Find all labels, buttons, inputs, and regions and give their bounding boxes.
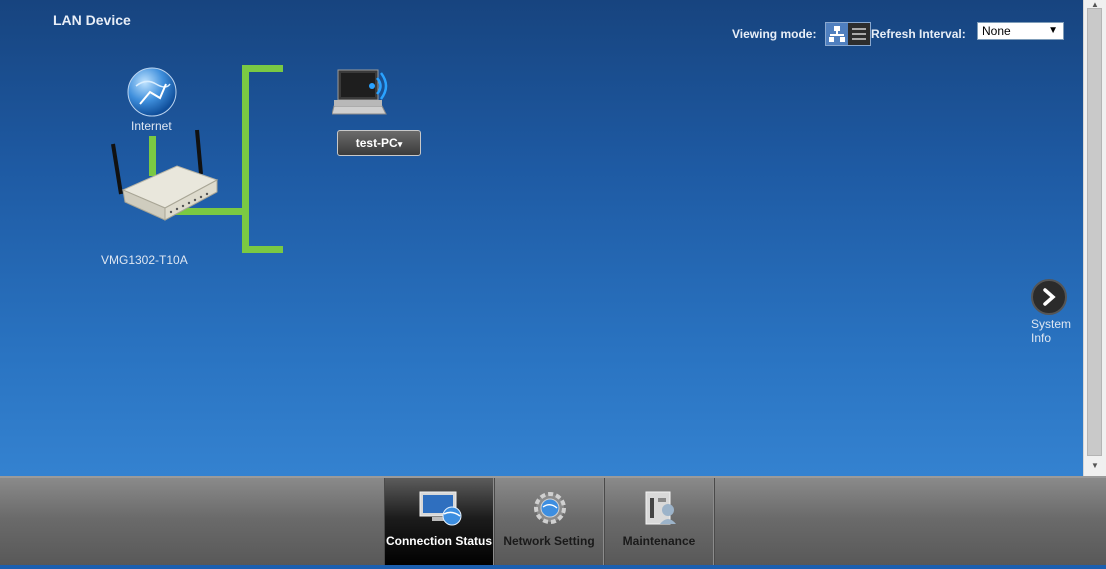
tab-connection-status[interactable]: Connection Status: [384, 478, 494, 567]
bottom-border: [0, 565, 1106, 569]
topology-view-button[interactable]: [826, 23, 848, 45]
viewing-mode-toggle: [825, 22, 871, 46]
tab-maintenance[interactable]: Maintenance: [604, 478, 714, 567]
dropdown-arrow-icon: ▼: [1048, 25, 1058, 36]
tab-label: Maintenance: [622, 534, 696, 548]
gear-globe-icon: [534, 492, 566, 524]
router-label: VMG1302-T10A: [101, 253, 188, 267]
refresh-interval-select[interactable]: None ▼: [977, 22, 1064, 40]
dropdown-caret-icon: ▾: [397, 139, 403, 149]
list-view-button[interactable]: [848, 23, 870, 45]
system-info-label: System Info: [1031, 317, 1083, 345]
monitor-globe-icon: [419, 491, 462, 526]
topology-lines: [149, 65, 283, 253]
refresh-interval-label: Refresh Interval:: [871, 27, 966, 41]
lan-bottom-branch-line: [242, 246, 283, 253]
lan-top-branch-line: [242, 65, 283, 72]
internet-globe-icon[interactable]: [126, 66, 178, 118]
tab-divider: [714, 478, 715, 567]
wireless-laptop-icon[interactable]: [332, 66, 394, 122]
system-info-button[interactable]: System Info: [1031, 279, 1081, 345]
system-info-label-line1: System: [1031, 317, 1072, 331]
list-view-icon: [852, 28, 866, 40]
device-test-pc-button[interactable]: test-PC▾: [337, 130, 421, 156]
tab-label: Connection Status: [385, 534, 492, 548]
refresh-interval-value: None: [982, 24, 1011, 38]
tab-network-setting[interactable]: Network Setting: [494, 478, 604, 567]
maintenance-icon: [645, 491, 676, 525]
scroll-down-icon[interactable]: ▼: [1088, 461, 1102, 471]
viewing-mode-label: Viewing mode:: [732, 27, 817, 41]
vertical-scrollbar[interactable]: ▲ ▼: [1083, 0, 1106, 476]
lan-bus-line: [242, 65, 249, 253]
router-icon[interactable]: [105, 128, 225, 228]
device-name-label: test-PC: [355, 136, 398, 150]
topology-view-icon: [829, 26, 845, 42]
bottom-navigation-bar: Connection Status Network Setting Mainte…: [0, 476, 1106, 569]
scrollbar-thumb[interactable]: [1087, 8, 1102, 456]
chevron-right-icon: [1031, 279, 1067, 315]
tab-label: Network Setting: [503, 534, 595, 548]
main-content-area: LAN Device Viewing mode: Refresh Interva…: [0, 0, 1083, 476]
system-info-label-line2: Info: [1031, 331, 1052, 345]
